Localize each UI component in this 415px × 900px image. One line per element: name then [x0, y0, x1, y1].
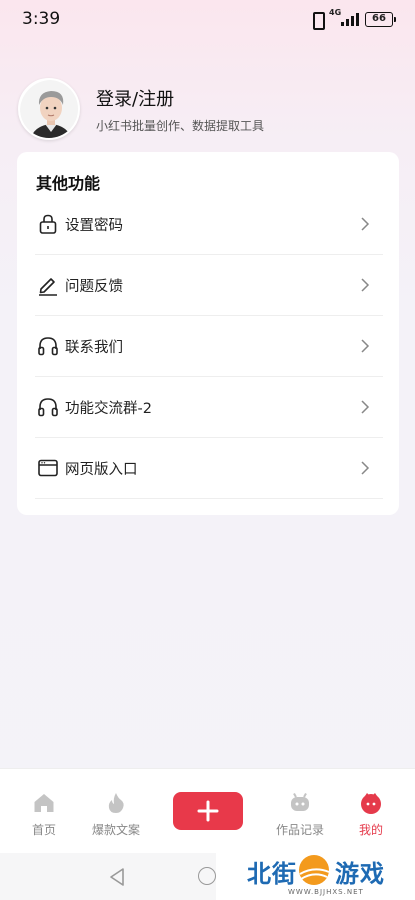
mine-face-icon	[361, 793, 381, 814]
login-register-link[interactable]: 登录/注册	[96, 85, 264, 111]
chevron-right-icon	[361, 461, 370, 475]
lock-icon	[37, 213, 59, 235]
menu-item-feedback[interactable]: 问题反馈	[35, 255, 383, 316]
watermark-url: WWW.BJJHXS.NET	[288, 888, 364, 896]
tab-mine-label: 我的	[358, 823, 383, 837]
menu-item-label: 联系我们	[65, 339, 123, 356]
watermark-text-right: 游戏	[335, 860, 385, 888]
chevron-right-icon	[361, 278, 370, 292]
avatar[interactable]	[18, 78, 80, 140]
menu-item-set-password[interactable]: 设置密码	[35, 194, 383, 255]
menu-list: 设置密码 问题反馈 联系我们 功能交流群-2 网页版入口	[35, 194, 383, 499]
menu-item-label: 设置密码	[65, 217, 123, 234]
home-icon	[34, 794, 54, 812]
flame-icon	[108, 793, 124, 813]
add-button[interactable]	[173, 792, 243, 830]
menu-item-group-chat[interactable]: 功能交流群-2	[35, 377, 383, 438]
headphones-icon	[37, 335, 59, 357]
status-icons: 4G 66	[309, 8, 396, 30]
watermark-text-left: 北街	[247, 860, 297, 888]
chevron-right-icon	[361, 400, 370, 414]
chevron-right-icon	[361, 217, 370, 231]
menu-item-label: 功能交流群-2	[65, 400, 152, 417]
plus-icon	[197, 800, 219, 822]
tab-home[interactable]: 首页	[14, 791, 74, 838]
menu-item-label: 网页版入口	[65, 461, 138, 478]
browser-window-icon	[37, 457, 59, 479]
tab-mine[interactable]: 我的	[341, 791, 401, 838]
back-triangle-icon[interactable]	[108, 867, 126, 887]
network-type: 4G	[329, 8, 342, 17]
tab-home-label: 首页	[31, 823, 56, 837]
pen-icon	[37, 274, 59, 296]
status-time: 3:39	[22, 9, 61, 29]
home-circle-icon[interactable]	[198, 867, 216, 885]
card-title: 其他功能	[36, 174, 101, 193]
app-description: 小红书批量创作、数据提取工具	[96, 118, 265, 133]
other-functions-card: 其他功能 设置密码 问题反馈 联系我们 功能交流群-2 网页版入口	[17, 152, 399, 515]
menu-item-web-entry[interactable]: 网页版入口	[35, 438, 383, 499]
tab-works[interactable]: 作品记录	[270, 791, 330, 838]
headphones-icon	[37, 396, 59, 418]
tab-hot-copy[interactable]: 爆款文案	[86, 791, 146, 838]
watermark: 北街 游戏 WWW.BJJHXS.NET	[216, 848, 415, 900]
vibrate-icon	[309, 11, 325, 30]
robot-icon	[291, 793, 309, 811]
chevron-right-icon	[361, 339, 370, 353]
profile-header[interactable]: 登录/注册 小红书批量创作、数据提取工具	[18, 78, 264, 140]
bottom-nav: 首页 爆款文案 作品记录 我的	[0, 768, 415, 853]
menu-item-label: 问题反馈	[65, 278, 123, 295]
signal-icon: 4G	[329, 8, 359, 26]
status-bar: 3:39 4G 66	[0, 0, 415, 40]
battery-icon: 66	[365, 11, 396, 27]
tab-works-label: 作品记录	[275, 823, 324, 837]
sun-logo-icon	[299, 855, 330, 885]
menu-item-contact-us[interactable]: 联系我们	[35, 316, 383, 377]
tab-hot-label: 爆款文案	[91, 823, 140, 837]
